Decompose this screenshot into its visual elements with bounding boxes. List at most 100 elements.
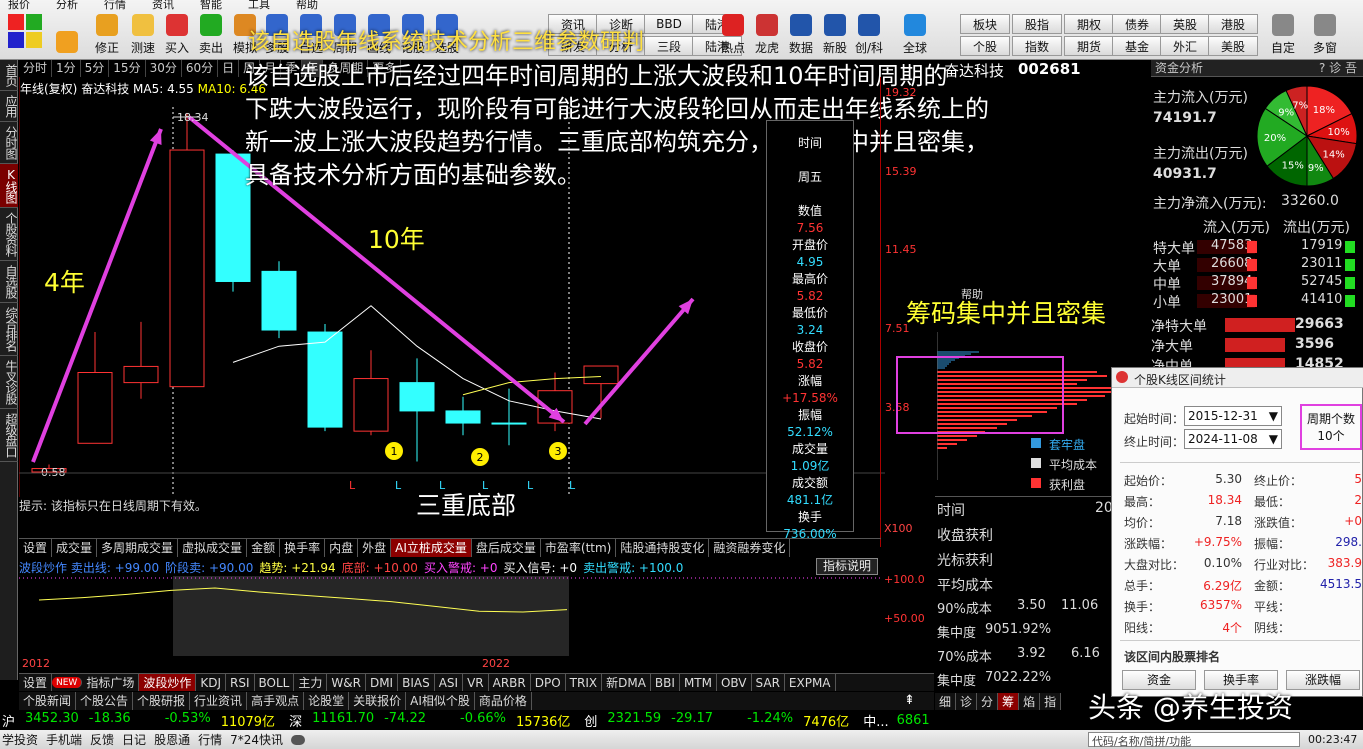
indicator-tab-10[interactable]: 市盈率(ttm) <box>541 539 617 557</box>
right-tab-2[interactable]: 分 <box>977 693 999 711</box>
period-3[interactable]: 15分 <box>109 60 146 77</box>
bottom-tab-12[interactable]: VR <box>463 674 489 691</box>
bottom-tab-18[interactable]: MTM <box>680 674 717 691</box>
search-input[interactable]: 代码/名称/简拼/功能 <box>1088 732 1300 748</box>
left-tab-3[interactable]: K线图 <box>0 164 18 208</box>
news-tab-6[interactable]: 关联报价 <box>349 692 407 710</box>
bottom-tab-0[interactable]: 设置 <box>19 674 53 691</box>
left-tab-0[interactable]: 首页 <box>0 60 18 91</box>
toolbar-grid-button-18[interactable]: 港股 <box>1208 14 1258 34</box>
indicator-tab-0[interactable]: 设置 <box>19 539 53 557</box>
toolbar-grid-button-11[interactable]: 指数 <box>1012 36 1062 56</box>
menu-item-2[interactable]: 行情 <box>104 0 126 11</box>
fund-panel-help[interactable]: ? 诊 吾 <box>1319 60 1357 77</box>
toolbar-grid-button-12[interactable]: 期权 <box>1064 14 1114 34</box>
dlg-button-2[interactable]: 涨跌幅 <box>1286 670 1360 690</box>
news-tab-4[interactable]: 高手观点 <box>247 692 305 710</box>
right-tab-5[interactable]: 指 <box>1040 693 1062 711</box>
toolbar-button-toolbar_mid-0[interactable]: 热点 <box>718 8 748 58</box>
toolbar-button-toolbar_left-1[interactable]: 修正 <box>92 8 122 58</box>
right-tab-4[interactable]: 焰 <box>1019 693 1041 711</box>
bottom-tab-20[interactable]: SAR <box>752 674 785 691</box>
bottom-link-5[interactable]: 行情 <box>198 731 222 748</box>
menu-item-0[interactable]: 报价 <box>8 0 30 11</box>
left-tab-8[interactable]: 超级盘口 <box>0 409 18 462</box>
left-tab-4[interactable]: 个股资料 <box>0 208 18 261</box>
app-logo-icon[interactable] <box>8 14 42 48</box>
bottom-tab-15[interactable]: TRIX <box>566 674 603 691</box>
left-tab-6[interactable]: 综合排名 <box>0 303 18 356</box>
toolbar-grid-button-16[interactable]: 英股 <box>1160 14 1210 34</box>
indicator-chart[interactable] <box>19 576 881 656</box>
period-2[interactable]: 5分 <box>81 60 110 77</box>
period-1[interactable]: 1分 <box>52 60 81 77</box>
bottom-tab-1[interactable]: NEW <box>52 677 83 688</box>
indicator-tab-8[interactable]: AI立桩成交量 <box>391 539 472 557</box>
toolbar-grid-button-4[interactable]: BBD <box>644 14 694 34</box>
toolbar-grid-button-13[interactable]: 期货 <box>1064 36 1114 56</box>
bottom-tab-4[interactable]: KDJ <box>196 674 227 691</box>
bottom-link-3[interactable]: 日记 <box>122 731 146 748</box>
toolbar-grid-button-9[interactable]: 个股 <box>960 36 1010 56</box>
indicator-tab-6[interactable]: 内盘 <box>325 539 359 557</box>
menu-item-6[interactable]: 帮助 <box>296 0 318 11</box>
indicator-help-button[interactable]: 指标说明 <box>816 558 878 575</box>
right-tab-3[interactable]: 筹 <box>998 693 1020 711</box>
bottom-tab-5[interactable]: RSI <box>226 674 255 691</box>
period-5[interactable]: 60分 <box>182 60 219 77</box>
expand-up-icon[interactable]: ⇞ <box>904 693 915 708</box>
menu-item-5[interactable]: 工具 <box>248 0 270 11</box>
toolbar-button-toolbar_left-3[interactable]: 买入 <box>162 8 192 58</box>
bottom-tab-8[interactable]: W&R <box>327 674 366 691</box>
news-tab-0[interactable]: 个股新闻 <box>19 692 77 710</box>
indicator-tab-1[interactable]: 成交量 <box>52 539 98 557</box>
right-tab-1[interactable]: 诊 <box>956 693 978 711</box>
index-2[interactable]: 创 2321.59 -29.17 -1.24% 7476亿 <box>584 711 849 730</box>
bottom-link-1[interactable]: 手机端 <box>46 731 82 748</box>
toolbar-button-toolbar_left-2[interactable]: 测速 <box>128 8 158 58</box>
bottom-tab-19[interactable]: OBV <box>717 674 752 691</box>
news-tab-5[interactable]: 论股堂 <box>304 692 350 710</box>
toolbar-button-toolbar_left-0[interactable] <box>52 8 82 58</box>
menu-item-4[interactable]: 智能 <box>200 0 222 11</box>
left-tab-7[interactable]: 牛叉诊股 <box>0 356 18 409</box>
indicator-tab-12[interactable]: 融资融券变化 <box>709 539 791 557</box>
indicator-tab-4[interactable]: 金额 <box>247 539 281 557</box>
indicator-tab-7[interactable]: 外盘 <box>358 539 392 557</box>
toolbar-grid-button-5[interactable]: 三段 <box>644 36 694 56</box>
indicator-tab-9[interactable]: 盘后成交量 <box>472 539 541 557</box>
toolbar-button-toolbar_mid-5[interactable]: 全球 <box>900 8 930 58</box>
left-tab-2[interactable]: 分时图 <box>0 122 18 164</box>
index-1[interactable]: 深 11161.70 -74.22 -0.66% 15736亿 <box>289 711 570 730</box>
toolbar-grid-button-14[interactable]: 债券 <box>1112 14 1162 34</box>
toolbar-button-toolbar_mid-3[interactable]: 新股 <box>820 8 850 58</box>
bottom-tab-21[interactable]: EXPMA <box>785 674 836 691</box>
indicator-tab-2[interactable]: 多周期成交量 <box>97 539 179 557</box>
start-time-select[interactable]: 2015-12-31 ▼ <box>1184 406 1282 426</box>
period-6[interactable]: 日 <box>218 60 240 77</box>
bottom-tab-2[interactable]: 指标广场 <box>82 674 140 691</box>
bottom-tab-17[interactable]: BBI <box>651 674 680 691</box>
right-tab-0[interactable]: 细 <box>935 693 957 711</box>
news-tab-3[interactable]: 行业资讯 <box>190 692 248 710</box>
bottom-tab-16[interactable]: 新DMA <box>602 674 651 691</box>
bottom-tab-14[interactable]: DPO <box>531 674 566 691</box>
end-time-select[interactable]: 2024-11-08 ▼ <box>1184 429 1282 449</box>
toolbar-right-1[interactable]: 多窗 <box>1310 8 1340 58</box>
period-4[interactable]: 30分 <box>146 60 182 77</box>
bottom-tab-11[interactable]: ASI <box>435 674 464 691</box>
bottom-tab-10[interactable]: BIAS <box>398 674 435 691</box>
toolbar-right-0[interactable]: 自定 <box>1268 8 1298 58</box>
news-tab-8[interactable]: 商品价格 <box>475 692 532 710</box>
bottom-tab-7[interactable]: 主力 <box>294 674 328 691</box>
toolbar-button-toolbar_left-4[interactable]: 卖出 <box>196 8 226 58</box>
period-0[interactable]: 分时 <box>19 60 53 77</box>
index-0[interactable]: 沪 3452.30 -18.36 -0.53% 11079亿 <box>2 711 275 730</box>
indicator-tab-5[interactable]: 换手率 <box>280 539 326 557</box>
bottom-tab-6[interactable]: BOLL <box>255 674 295 691</box>
indicator-tab-11[interactable]: 陆股通持股变化 <box>616 539 710 557</box>
toolbar-grid-button-19[interactable]: 美股 <box>1208 36 1258 56</box>
bottom-link-4[interactable]: 股恩通 <box>154 731 190 748</box>
toolbar-button-toolbar_mid-1[interactable]: 龙虎 <box>752 8 782 58</box>
menu-item-1[interactable]: 分析 <box>56 0 78 11</box>
